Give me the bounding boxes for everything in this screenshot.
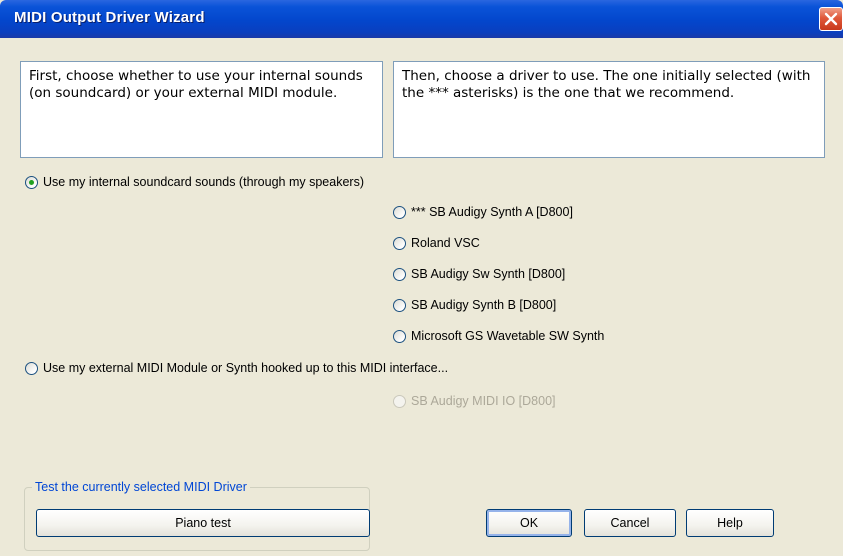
title-bar[interactable]: MIDI Output Driver Wizard	[0, 0, 843, 38]
driver-label: SB Audigy Sw Synth [D800]	[411, 267, 566, 281]
driver-label: SB Audigy Synth B [D800]	[411, 298, 557, 312]
midi-output-driver-wizard-window: MIDI Output Driver Wizard First, choose …	[0, 0, 843, 556]
driver-option-sb-audigy-synth-b[interactable]: SB Audigy Synth B [D800]	[393, 298, 556, 312]
driver-instructions: Then, choose a driver to use. The one in…	[393, 61, 825, 158]
driver-radio-disabled	[393, 394, 406, 408]
external-midi-radio-option[interactable]: Use my external MIDI Module or Synth hoo…	[25, 361, 448, 375]
driver-option-sb-audigy-synth-a[interactable]: *** SB Audigy Synth A [D800]	[393, 205, 573, 219]
close-icon	[824, 12, 838, 26]
internal-sounds-label: Use my internal soundcard sounds (throug…	[43, 175, 364, 189]
piano-test-button[interactable]: Piano test	[36, 509, 370, 537]
close-button[interactable]	[819, 7, 843, 31]
cancel-button[interactable]: Cancel	[584, 509, 676, 537]
driver-label-disabled: SB Audigy MIDI IO [D800]	[411, 394, 556, 408]
internal-sounds-radio[interactable]	[25, 175, 38, 189]
internal-sounds-radio-option[interactable]: Use my internal soundcard sounds (throug…	[25, 175, 364, 189]
driver-option-microsoft-gs-wavetable[interactable]: Microsoft GS Wavetable SW Synth	[393, 329, 604, 343]
driver-label: *** SB Audigy Synth A [D800]	[411, 205, 573, 219]
driver-radio[interactable]	[393, 298, 406, 312]
test-driver-group-legend: Test the currently selected MIDI Driver	[32, 480, 250, 494]
window-title: MIDI Output Driver Wizard	[14, 9, 205, 26]
driver-radio[interactable]	[393, 267, 406, 281]
external-midi-radio[interactable]	[25, 361, 38, 375]
driver-label: Roland VSC	[411, 236, 480, 250]
driver-option-sb-audigy-sw-synth[interactable]: SB Audigy Sw Synth [D800]	[393, 267, 565, 281]
help-button[interactable]: Help	[686, 509, 774, 537]
internal-external-instructions: First, choose whether to use your intern…	[20, 61, 383, 158]
driver-radio[interactable]	[393, 329, 406, 343]
driver-option-roland-vsc[interactable]: Roland VSC	[393, 236, 480, 250]
driver-radio[interactable]	[393, 205, 406, 219]
external-midi-label: Use my external MIDI Module or Synth hoo…	[43, 361, 449, 375]
ok-button[interactable]: OK	[486, 509, 572, 537]
driver-label: Microsoft GS Wavetable SW Synth	[411, 329, 605, 343]
driver-radio[interactable]	[393, 236, 406, 250]
driver-option-sb-audigy-midi-io: SB Audigy MIDI IO [D800]	[393, 394, 556, 408]
